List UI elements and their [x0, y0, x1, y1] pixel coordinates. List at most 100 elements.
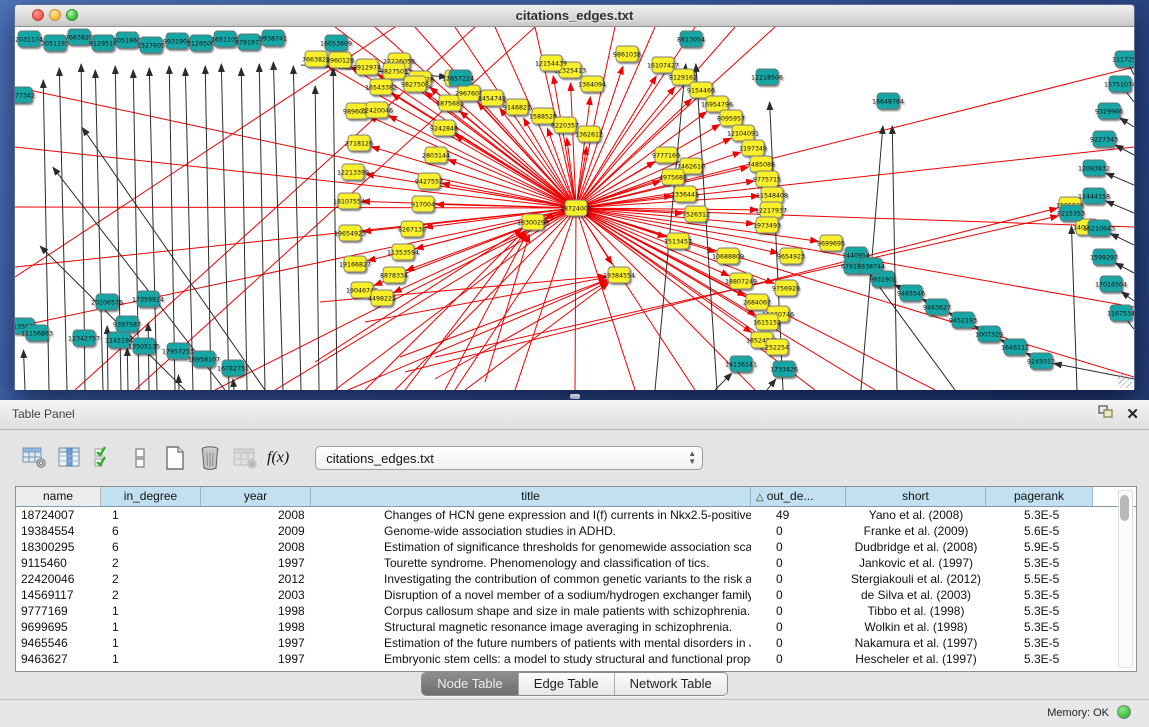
show-columns-icon[interactable]: [55, 443, 85, 473]
table-cell: Estimation of significance thresholds fo…: [311, 539, 751, 555]
black-edge: [23, 350, 25, 390]
graph-node-label: 1527605: [137, 42, 165, 49]
table-row[interactable]: 1872400712008Changes of HCN gene express…: [16, 507, 1136, 523]
close-panel-icon[interactable]: ✕: [1126, 407, 1139, 423]
table-cell: 9777169: [16, 603, 101, 619]
table-row[interactable]: 2242004622012Investigating the contribut…: [16, 571, 1136, 587]
black-edge: [127, 348, 128, 390]
table-cell: 0: [751, 651, 846, 667]
graph-node-label: 16782751: [217, 365, 249, 372]
delete-table-icon[interactable]: [230, 443, 260, 473]
table-select-dropdown[interactable]: citations_edges.txt ▲▼: [315, 446, 703, 470]
tab-network-table[interactable]: Network Table: [615, 673, 727, 695]
tab-node-table[interactable]: Node Table: [422, 673, 519, 695]
table-row[interactable]: 1830029562008Estimation of significance …: [16, 539, 1136, 555]
table-cell: Tibbo et al. (1998): [846, 603, 986, 619]
table-cell: Yano et al. (2008): [846, 507, 986, 523]
graph-node-label: 9465546: [897, 290, 925, 297]
table-row[interactable]: 946362711997Embryonic stem cells: a mode…: [16, 651, 1136, 667]
window-titlebar[interactable]: citations_edges.txt: [15, 5, 1134, 27]
delete-columns-icon[interactable]: [195, 443, 225, 473]
table-cell: 2: [101, 571, 201, 587]
table-cell: 2009: [201, 523, 311, 539]
table-cell: Genome-wide association studies in ADHD.: [311, 523, 751, 539]
column-header-year[interactable]: year: [201, 487, 311, 506]
graph-node-label: 17957253: [162, 348, 194, 355]
table-row[interactable]: 946554611997Estimation of the future num…: [16, 635, 1136, 651]
black-edge: [1106, 201, 1134, 213]
function-builder-icon[interactable]: f(x): [267, 449, 289, 467]
graph-node-label: 9827505: [380, 68, 408, 75]
table-cell: 2003: [201, 587, 311, 603]
select-all-columns-icon[interactable]: [90, 443, 120, 473]
table-cell: Investigating the contribution of common…: [311, 571, 751, 587]
memory-ok-indicator[interactable]: [1117, 705, 1131, 719]
graph-node-label: 8878334: [380, 272, 408, 279]
graph-node-label: 9242848: [430, 125, 458, 132]
table-cell: Franke et al. (2009): [846, 523, 986, 539]
table-cell: 1997: [201, 651, 311, 667]
graph-node-label: 9463627: [923, 304, 951, 311]
graph-node-label: 12213399: [337, 169, 369, 176]
graph-node-label: 16958107: [188, 356, 220, 363]
network-canvas[interactable]: 7663822896012889129742222605898275058186…: [15, 27, 1134, 390]
graph-node-label: 11156863: [21, 330, 53, 337]
graph-node-label: 8813054: [677, 36, 705, 43]
table-cell: Corpus callosum shape and size in male p…: [311, 603, 751, 619]
table-cell: 0: [751, 603, 846, 619]
graph-node-label: 917004: [411, 201, 435, 208]
column-header-pagerank[interactable]: pagerank: [986, 487, 1093, 506]
table-row[interactable]: 911546021997Tourette syndrome. Phenomeno…: [16, 555, 1136, 571]
resize-grip-icon[interactable]: [1118, 374, 1132, 388]
table-row[interactable]: 1456911722003Disruption of a novel membe…: [16, 587, 1136, 603]
desktop-pane: citations_edges.txt: [0, 0, 1149, 400]
table-row[interactable]: 969969511998Structural magnetic resonanc…: [16, 619, 1136, 635]
window-title: citations_edges.txt: [15, 8, 1134, 23]
table-mode-icon[interactable]: [20, 443, 50, 473]
table-cell: Tourette syndrome. Phenomenology and cla…: [311, 555, 751, 571]
table-panel-header: Table Panel ✕: [0, 400, 1149, 430]
table-cell: 2008: [201, 507, 311, 523]
new-column-icon[interactable]: [160, 443, 190, 473]
table-row[interactable]: 977716911998Corpus callosum shape and si…: [16, 603, 1136, 619]
column-header-in_degree[interactable]: in_degree: [101, 487, 201, 506]
column-header-out_de[interactable]: △out_de...: [751, 487, 846, 506]
black-edge: [241, 68, 247, 390]
table-cell: 5.3E-5: [986, 619, 1093, 635]
graph-node-label: 17016504: [1095, 281, 1127, 288]
black-edge: [40, 246, 185, 390]
table-row[interactable]: 1938455462009Genome-wide association stu…: [16, 523, 1136, 539]
graph-node-label: 9329966: [1095, 108, 1123, 115]
table-scrollbar[interactable]: [1118, 490, 1133, 668]
graph-node-label: 1362612: [575, 131, 603, 138]
red-edge: [465, 283, 609, 390]
graph-node-label: 16053809: [320, 40, 352, 47]
column-header-title[interactable]: title: [311, 487, 751, 506]
graph-node-label: 18724007: [560, 205, 592, 212]
table-cell: 5.3E-5: [986, 603, 1093, 619]
graph-node-label: 12154439: [535, 60, 567, 67]
table-cell: Changes of HCN gene expression and I(f) …: [311, 507, 751, 523]
splitter-handle[interactable]: [570, 394, 580, 399]
column-header-short[interactable]: short: [846, 487, 986, 506]
table-scrollbar-thumb[interactable]: [1120, 495, 1129, 521]
black-edge: [1115, 145, 1134, 155]
float-panel-icon[interactable]: [1098, 405, 1114, 424]
graph-node-label: 9861038: [613, 51, 641, 58]
red-edge: [576, 27, 615, 208]
graph-node-label: 9154466: [687, 87, 715, 94]
graph-node-label: 2336441: [671, 191, 699, 198]
graph-node-label: 16543382: [365, 84, 397, 91]
unselect-all-columns-icon[interactable]: [125, 443, 155, 473]
column-header-name[interactable]: name: [16, 487, 101, 506]
black-edge: [148, 323, 149, 390]
red-edge: [416, 208, 576, 249]
tab-edge-table[interactable]: Edge Table: [519, 673, 615, 695]
graph-node-label: 16954796: [701, 101, 733, 108]
table-cell: 5.9E-5: [986, 539, 1093, 555]
graph-node-label: 8267130: [398, 226, 426, 233]
table-cell: 0: [751, 555, 846, 571]
red-edge: [15, 207, 576, 208]
black-edge: [892, 126, 897, 390]
cytoscape-app: citations_edges.txt: [0, 0, 1149, 727]
